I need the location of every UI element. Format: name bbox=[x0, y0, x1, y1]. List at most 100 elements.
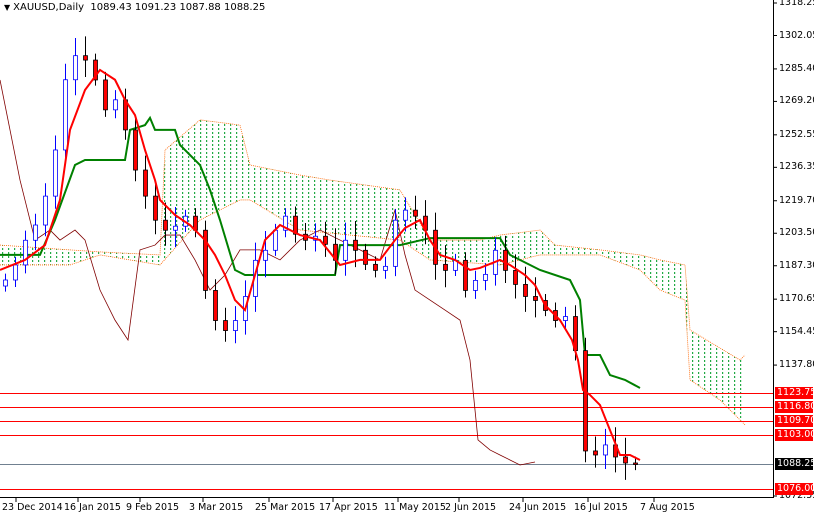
candle-body bbox=[563, 316, 568, 321]
cloud-segment bbox=[550, 240, 552, 255]
level-price-tag: 1123.75 bbox=[775, 387, 814, 400]
cloud-segment bbox=[216, 121, 218, 212]
cloud-segment bbox=[248, 157, 250, 200]
cloud-segment bbox=[560, 245, 562, 255]
cloud-segment bbox=[740, 358, 742, 422]
chart-window[interactable]: ▼ XAUUSD,Daily 1089.43 1091.23 1087.88 10… bbox=[0, 0, 814, 516]
cloud-segment bbox=[744, 355, 746, 425]
cloud-segment bbox=[698, 334, 700, 387]
cloud-segment bbox=[116, 252, 118, 258]
cloud-segment bbox=[470, 240, 472, 263]
candle-body bbox=[43, 195, 48, 226]
cloud-segment bbox=[666, 261, 668, 294]
candle-body bbox=[443, 263, 448, 271]
cloud-segment bbox=[652, 257, 654, 285]
cloud-segment bbox=[558, 245, 560, 255]
cloud-segment bbox=[582, 247, 584, 255]
candle-body bbox=[13, 264, 18, 281]
candle-body bbox=[323, 235, 328, 245]
cloud-segment bbox=[256, 166, 258, 205]
cloud-segment bbox=[474, 240, 476, 264]
cloud-segment bbox=[240, 125, 242, 200]
cloud-segment bbox=[618, 252, 620, 263]
cloud-segment bbox=[380, 187, 382, 239]
cloud-segment bbox=[306, 176, 308, 231]
cloud-segment bbox=[594, 249, 596, 255]
cloud-segment bbox=[546, 236, 548, 255]
cloud-segment bbox=[668, 261, 670, 295]
cloud-segment bbox=[510, 233, 512, 263]
cloud-segment bbox=[518, 232, 520, 261]
cloud-segment bbox=[92, 251, 94, 258]
senkou-span-a-line bbox=[0, 119, 746, 361]
candle-body bbox=[173, 225, 178, 231]
level-price-tag: 1116.80 bbox=[775, 401, 814, 414]
candle-body bbox=[363, 249, 368, 265]
date-tick-label: 25 Mar 2015 bbox=[255, 502, 316, 513]
price-chart[interactable] bbox=[0, 0, 814, 516]
cloud-segment bbox=[214, 121, 216, 213]
candle-body bbox=[533, 296, 538, 301]
candle-body bbox=[273, 229, 278, 251]
cloud-segment bbox=[516, 232, 518, 261]
cloud-segment bbox=[694, 332, 696, 384]
cloud-segment bbox=[330, 180, 332, 234]
cloud-segment bbox=[488, 237, 490, 265]
cloud-segment bbox=[590, 248, 592, 255]
cloud-segment bbox=[310, 176, 312, 232]
cloud-segment bbox=[60, 249, 62, 265]
cloud-segment bbox=[462, 240, 464, 263]
cloud-segment bbox=[44, 248, 46, 265]
dropdown-triangle-icon[interactable]: ▼ bbox=[4, 3, 10, 12]
cloud-segment bbox=[626, 253, 628, 266]
cloud-segment bbox=[142, 254, 144, 263]
cloud-segment bbox=[76, 250, 78, 263]
cloud-segment bbox=[130, 253, 132, 261]
cloud-segment bbox=[198, 119, 200, 223]
cloud-segment bbox=[250, 165, 252, 202]
candle-body bbox=[473, 280, 478, 291]
cloud-segment bbox=[682, 264, 684, 300]
price-tick-label: 1170.65 bbox=[779, 293, 814, 305]
candle-body bbox=[213, 290, 218, 321]
cloud-segment bbox=[136, 253, 138, 262]
cloud-segment bbox=[692, 331, 694, 383]
level-price-tag: 1103.00 bbox=[775, 428, 814, 441]
cloud-segment bbox=[574, 247, 576, 255]
cloud-segment bbox=[650, 257, 652, 283]
cloud-segment bbox=[252, 165, 254, 203]
cloud-segment bbox=[696, 333, 698, 386]
cloud-segment bbox=[532, 230, 534, 257]
cloud-segment bbox=[54, 248, 56, 265]
date-tick-label: 16 Jan 2015 bbox=[64, 502, 121, 513]
cloud-segment bbox=[308, 176, 310, 232]
candle-body bbox=[343, 239, 348, 261]
cloud-segment bbox=[598, 249, 600, 255]
cloud-segment bbox=[258, 166, 260, 206]
ichimoku-cloud bbox=[0, 119, 746, 426]
cloud-segment bbox=[676, 263, 678, 298]
cloud-segment bbox=[456, 240, 458, 262]
cloud-segment bbox=[664, 260, 666, 293]
cloud-segment bbox=[298, 174, 300, 231]
cloud-segment bbox=[382, 187, 384, 239]
cloud-segment bbox=[422, 226, 424, 256]
cloud-segment bbox=[348, 182, 350, 236]
price-tick-label: 1154.45 bbox=[779, 325, 814, 337]
cloud-segment bbox=[384, 187, 386, 239]
cloud-segment bbox=[476, 240, 478, 264]
price-tick-label: 1285.40 bbox=[779, 62, 814, 74]
cloud-segment bbox=[134, 253, 136, 261]
cloud-segment bbox=[378, 186, 380, 239]
cloud-segment bbox=[440, 240, 442, 261]
cloud-segment bbox=[538, 230, 540, 256]
price-tick-label: 1219.70 bbox=[779, 194, 814, 206]
cloud-segment bbox=[112, 252, 114, 258]
cloud-segment bbox=[140, 253, 142, 262]
cloud-segment bbox=[468, 240, 470, 263]
cloud-segment bbox=[188, 128, 190, 234]
cloud-segment bbox=[244, 141, 246, 200]
price-tick-label: 1302.05 bbox=[779, 29, 814, 41]
cloud-segment bbox=[254, 165, 256, 204]
cloud-segment bbox=[438, 240, 440, 261]
